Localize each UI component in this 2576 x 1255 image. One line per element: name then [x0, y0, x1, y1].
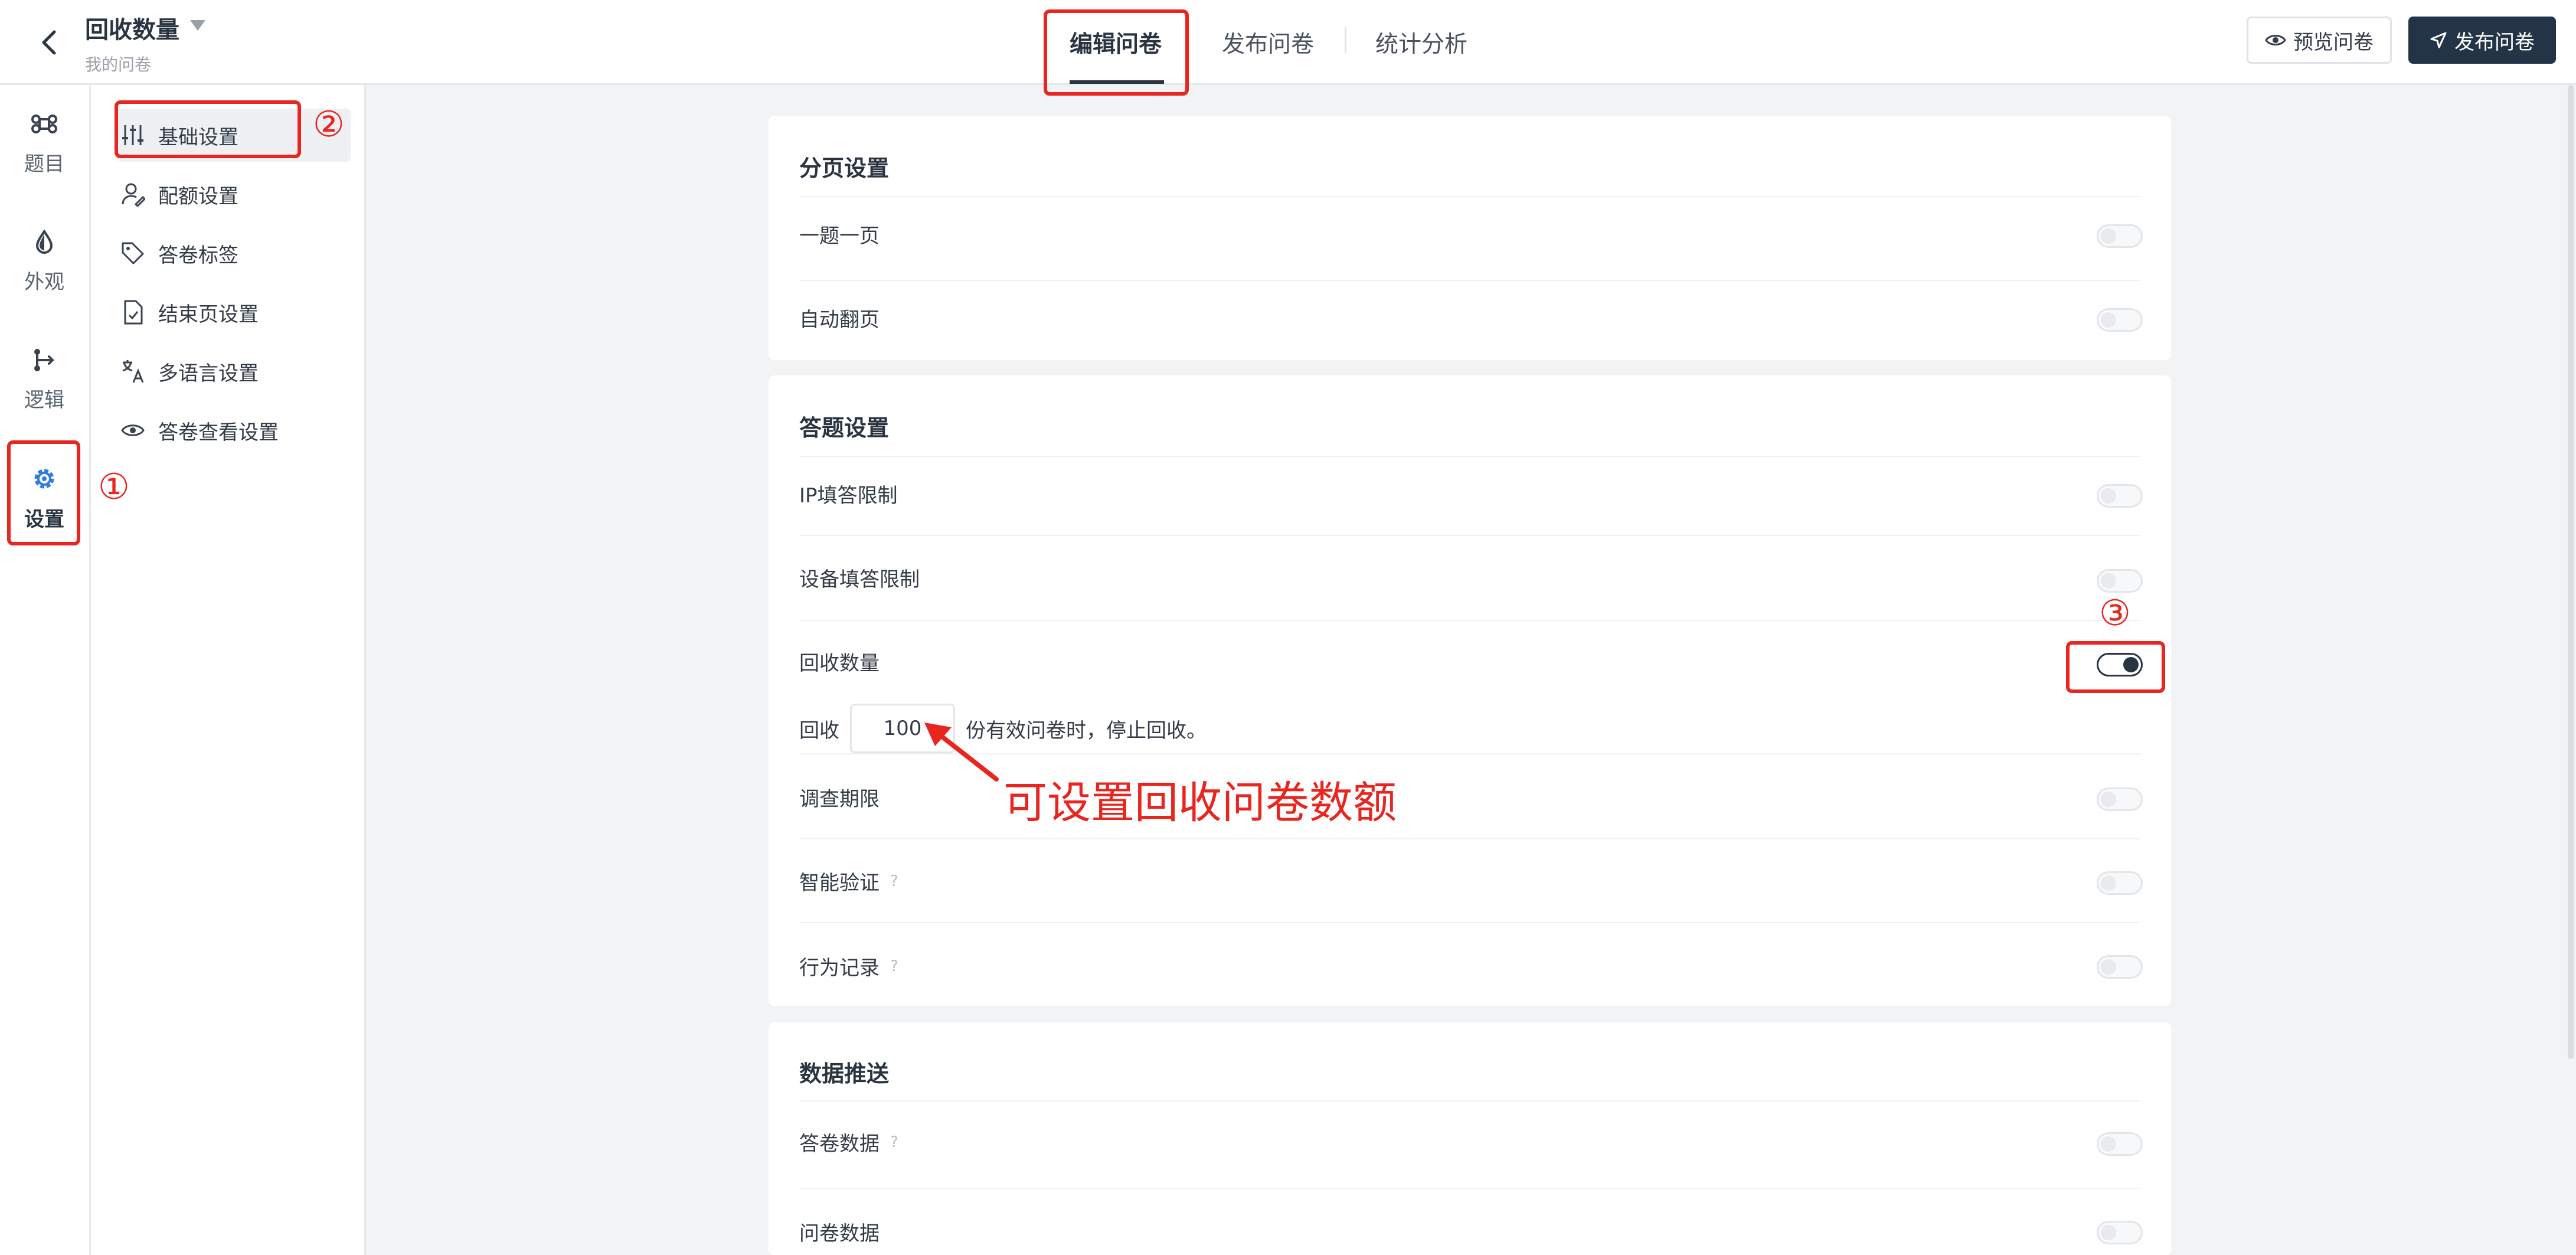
subnav-item-multilanguage[interactable]: 多语言设置	[117, 345, 351, 398]
subnav-item-end-page[interactable]: 结束页设置	[117, 286, 351, 339]
drop-icon	[35, 229, 53, 254]
setting-label-survey-data: 问卷数据	[799, 1222, 880, 1246]
settings-subnav: 基础设置 配额设置 答卷标签 结束页设置 多语言设置 答卷查看设置	[91, 85, 366, 1255]
section-title: 分页设置	[799, 155, 890, 181]
user-edit-icon	[122, 183, 145, 207]
step-1-marker: ①	[98, 466, 130, 508]
page-title: 回收数量	[85, 17, 179, 44]
highlight-quantity-toggle	[2066, 641, 2165, 693]
subnav-label: 多语言设置	[158, 361, 259, 385]
rail-label-questions: 题目	[24, 152, 64, 176]
paging-settings-card: 分页设置 一题一页 自动翻页	[769, 116, 2171, 360]
toggle-device-limit[interactable]	[2097, 569, 2143, 593]
toggle-auto-page[interactable]	[2097, 308, 2143, 332]
toggle-survey-period[interactable]	[2097, 787, 2143, 811]
rail-item-questions[interactable]: 题目	[0, 85, 89, 191]
toggle-one-per-page[interactable]	[2097, 224, 2143, 248]
toggle-smart-verification[interactable]	[2097, 871, 2143, 895]
subnav-label: 答卷查看设置	[158, 420, 279, 445]
subnav-label: 结束页设置	[158, 302, 259, 326]
divider	[799, 280, 2140, 281]
divider	[799, 1188, 2140, 1189]
step-3-marker: ③	[2099, 593, 2131, 634]
eye-icon	[121, 424, 145, 436]
rail-item-appearance[interactable]: 外观	[0, 203, 89, 309]
back-button[interactable]	[32, 25, 67, 60]
toggle-answer-data[interactable]	[2097, 1132, 2143, 1156]
highlight-edit-tab	[1044, 9, 1189, 96]
setting-label-auto-page: 自动翻页	[799, 308, 880, 332]
setting-label-survey-period: 调查期限	[799, 787, 880, 811]
annotation-note: 可设置回收问卷数额	[1003, 777, 1397, 828]
tab-statistics[interactable]: 统计分析	[1375, 26, 1467, 59]
chevron-left-icon	[42, 30, 56, 55]
command-icon	[31, 114, 57, 134]
page-scrollbar[interactable]	[2568, 85, 2574, 1059]
page-subtitle: 我的问卷	[85, 55, 152, 74]
left-rail: 题目 外观 逻辑 设置	[0, 85, 91, 1255]
divider	[799, 196, 2140, 197]
data-push-card: 数据推送 答卷数据 ? 问卷数据	[769, 1022, 2171, 1255]
help-icon[interactable]: ?	[890, 957, 898, 975]
file-check-icon	[124, 300, 143, 325]
setting-label-one-per-page: 一题一页	[799, 224, 880, 248]
section-title: 答题设置	[799, 415, 890, 441]
step-2-marker: ②	[313, 104, 345, 145]
tag-icon	[122, 242, 144, 264]
divider	[799, 838, 2140, 839]
subnav-item-quota-settings[interactable]: 配额设置	[117, 168, 351, 221]
divider	[799, 922, 2140, 923]
tab-publish[interactable]: 发布问卷	[1222, 26, 1314, 59]
tab-separator	[1345, 27, 1346, 53]
publish-button[interactable]: 发布问卷	[2408, 17, 2556, 64]
preview-button-label: 预览问卷	[2293, 30, 2374, 54]
send-icon	[2430, 32, 2447, 48]
subnav-label: 答卷标签	[158, 243, 238, 267]
annotation-arrow-icon	[924, 723, 999, 782]
setting-label-answer-data: 答卷数据 ?	[799, 1132, 898, 1156]
subnav-item-answer-tags[interactable]: 答卷标签	[117, 227, 351, 280]
translate-icon	[122, 360, 144, 383]
toggle-ip-limit[interactable]	[2097, 484, 2143, 508]
toggle-survey-data[interactable]	[2097, 1221, 2143, 1244]
divider	[799, 1100, 2140, 1102]
divider	[799, 620, 2140, 621]
rail-label-appearance: 外观	[24, 270, 64, 294]
divider	[799, 456, 2140, 457]
subnav-label: 配额设置	[158, 184, 238, 208]
help-icon[interactable]: ?	[890, 872, 898, 890]
highlight-settings-rail	[7, 440, 80, 545]
quantity-prefix: 回收	[799, 718, 839, 743]
logic-branch-icon	[34, 349, 54, 371]
help-icon[interactable]: ?	[890, 1133, 898, 1151]
divider	[799, 535, 2140, 536]
highlight-basic-settings	[115, 100, 301, 158]
toggle-behavior-record[interactable]	[2097, 955, 2143, 979]
subnav-item-answer-view[interactable]: 答卷查看设置	[117, 404, 351, 457]
rail-label-logic: 逻辑	[24, 388, 64, 412]
preview-button[interactable]: 预览问卷	[2247, 17, 2392, 64]
setting-label-response-quantity: 回收数量	[799, 652, 880, 675]
rail-item-logic[interactable]: 逻辑	[0, 321, 89, 427]
eye-icon	[2265, 35, 2286, 45]
section-title: 数据推送	[799, 1061, 890, 1087]
setting-label-behavior-record: 行为记录 ?	[799, 956, 898, 980]
publish-button-label: 发布问卷	[2454, 30, 2535, 54]
answering-settings-card: 答题设置 IP填答限制 设备填答限制 回收数量 回收 100 份有效问卷时，停止…	[769, 375, 2171, 1006]
setting-label-ip-limit: IP填答限制	[799, 484, 898, 508]
caret-down-icon[interactable]	[190, 20, 205, 31]
top-header: 回收数量 我的问卷 编辑问卷 发布问卷 统计分析 预览问卷 发布问卷	[0, 0, 2576, 85]
setting-label-smart-verification: 智能验证 ?	[799, 871, 898, 895]
setting-label-device-limit: 设备填答限制	[799, 568, 920, 591]
